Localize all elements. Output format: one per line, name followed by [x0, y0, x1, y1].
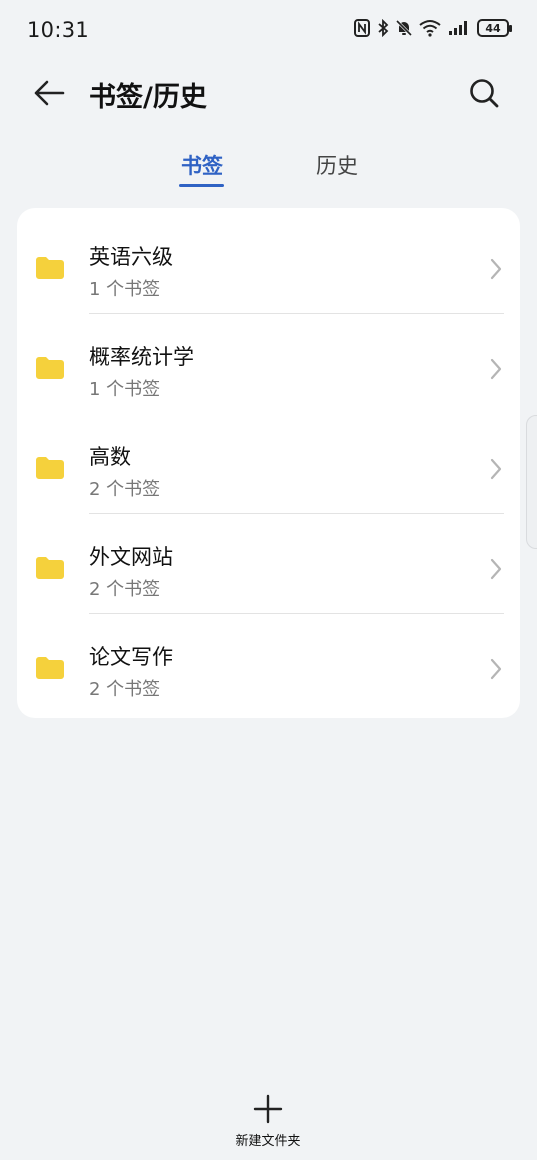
folder-name: 外文网站	[89, 545, 173, 569]
status-icons: 44	[354, 19, 512, 37]
folder-list: 英语六级 1 个书签 概率统计学 1 个书签 高数 2 个书签 外文网站 2 个…	[17, 208, 520, 718]
new-folder-button[interactable]: 新建文件夹	[218, 1094, 318, 1150]
folder-name: 论文写作	[89, 645, 173, 669]
side-panel-handle[interactable]	[526, 415, 537, 549]
folder-icon	[34, 355, 66, 385]
folder-count: 1 个书签	[89, 279, 161, 300]
folder-count: 2 个书签	[89, 579, 161, 600]
app-bar: 书签/历史	[0, 62, 537, 128]
bluetooth-icon	[377, 19, 389, 37]
search-button[interactable]	[465, 76, 503, 114]
status-time: 10:31	[27, 18, 90, 42]
status-bar: 10:31 44	[0, 0, 537, 62]
folder-name: 概率统计学	[89, 345, 194, 369]
folder-item-thesis-writing[interactable]: 论文写作 2 个书签	[17, 614, 520, 714]
wifi-icon	[419, 19, 441, 37]
folder-name: 英语六级	[89, 245, 173, 269]
tab-bookmarks[interactable]: 书签	[178, 150, 226, 180]
folder-count: 2 个书签	[89, 679, 161, 700]
back-button[interactable]	[30, 77, 68, 113]
folder-icon	[34, 655, 66, 685]
folder-item-calculus[interactable]: 高数 2 个书签	[17, 414, 520, 514]
plus-icon	[218, 1094, 318, 1124]
tab-history[interactable]: 历史	[313, 150, 361, 180]
page-title: 书签/历史	[89, 82, 207, 113]
folder-count: 1 个书签	[89, 379, 161, 400]
bell-off-icon	[396, 19, 412, 37]
folder-item-foreign-websites[interactable]: 外文网站 2 个书签	[17, 514, 520, 614]
folder-name: 高数	[89, 445, 131, 469]
chevron-right-icon	[490, 458, 502, 484]
bookmarks-history-page: 10:31 44 书签/历史 书签 历史 英语六级 1 个书签 概率统计学 1 …	[0, 0, 537, 1160]
chevron-right-icon	[490, 358, 502, 384]
chevron-right-icon	[490, 658, 502, 684]
tab-bar: 书签 历史	[0, 140, 537, 190]
chevron-right-icon	[490, 258, 502, 284]
folder-count: 2 个书签	[89, 479, 161, 500]
nfc-icon	[354, 19, 370, 37]
chevron-right-icon	[490, 558, 502, 584]
folder-icon	[34, 455, 66, 485]
new-folder-label: 新建文件夹	[235, 1134, 301, 1149]
search-icon	[469, 78, 499, 112]
signal-icon	[448, 20, 470, 36]
folder-icon	[34, 255, 66, 285]
tab-active-indicator	[179, 184, 224, 187]
battery-icon: 44	[477, 19, 512, 37]
folder-icon	[34, 555, 66, 585]
folder-item-probability-statistics[interactable]: 概率统计学 1 个书签	[17, 314, 520, 414]
folder-item-english-cet6[interactable]: 英语六级 1 个书签	[17, 214, 520, 314]
arrow-left-icon	[33, 79, 65, 111]
